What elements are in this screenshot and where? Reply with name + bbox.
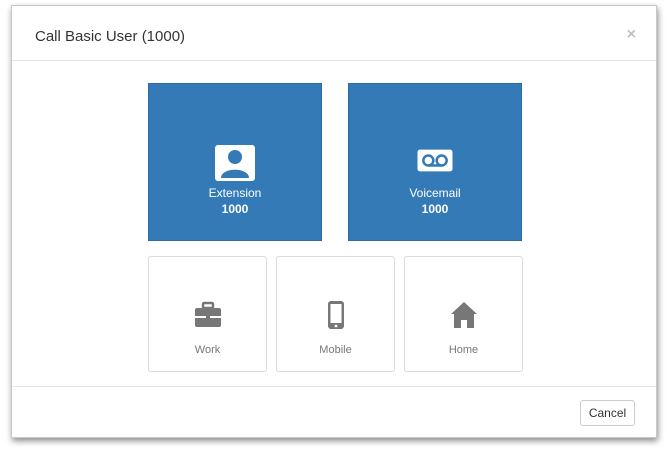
extension-call-button[interactable]: Extension 1000 xyxy=(148,83,322,241)
voicemail-number: 1000 xyxy=(421,202,449,216)
contact-card-icon xyxy=(215,145,255,181)
dialog-footer: Cancel xyxy=(12,386,656,439)
mobile-call-button[interactable]: Mobile xyxy=(276,256,395,372)
work-call-button[interactable]: Work xyxy=(148,256,267,372)
call-user-dialog: Call Basic User (1000) × Extension 1000 … xyxy=(11,5,657,438)
work-label: Work xyxy=(194,344,221,356)
home-icon xyxy=(450,302,477,328)
dialog-title: Call Basic User (1000) xyxy=(35,28,186,45)
home-call-button[interactable]: Home xyxy=(404,256,523,372)
briefcase-icon xyxy=(194,301,221,327)
cancel-button[interactable]: Cancel xyxy=(580,400,635,426)
mobile-label: Mobile xyxy=(319,344,352,356)
mobile-phone-icon xyxy=(327,301,344,329)
voicemail-icon xyxy=(417,149,453,172)
home-label: Home xyxy=(448,344,479,356)
extension-number: 1000 xyxy=(221,202,249,216)
extension-label: Extension xyxy=(208,186,262,200)
close-icon[interactable]: × xyxy=(627,26,636,44)
voicemail-label: Voicemail xyxy=(409,186,461,200)
dialog-header: Call Basic User (1000) × xyxy=(12,6,656,61)
voicemail-call-button[interactable]: Voicemail 1000 xyxy=(348,83,522,241)
